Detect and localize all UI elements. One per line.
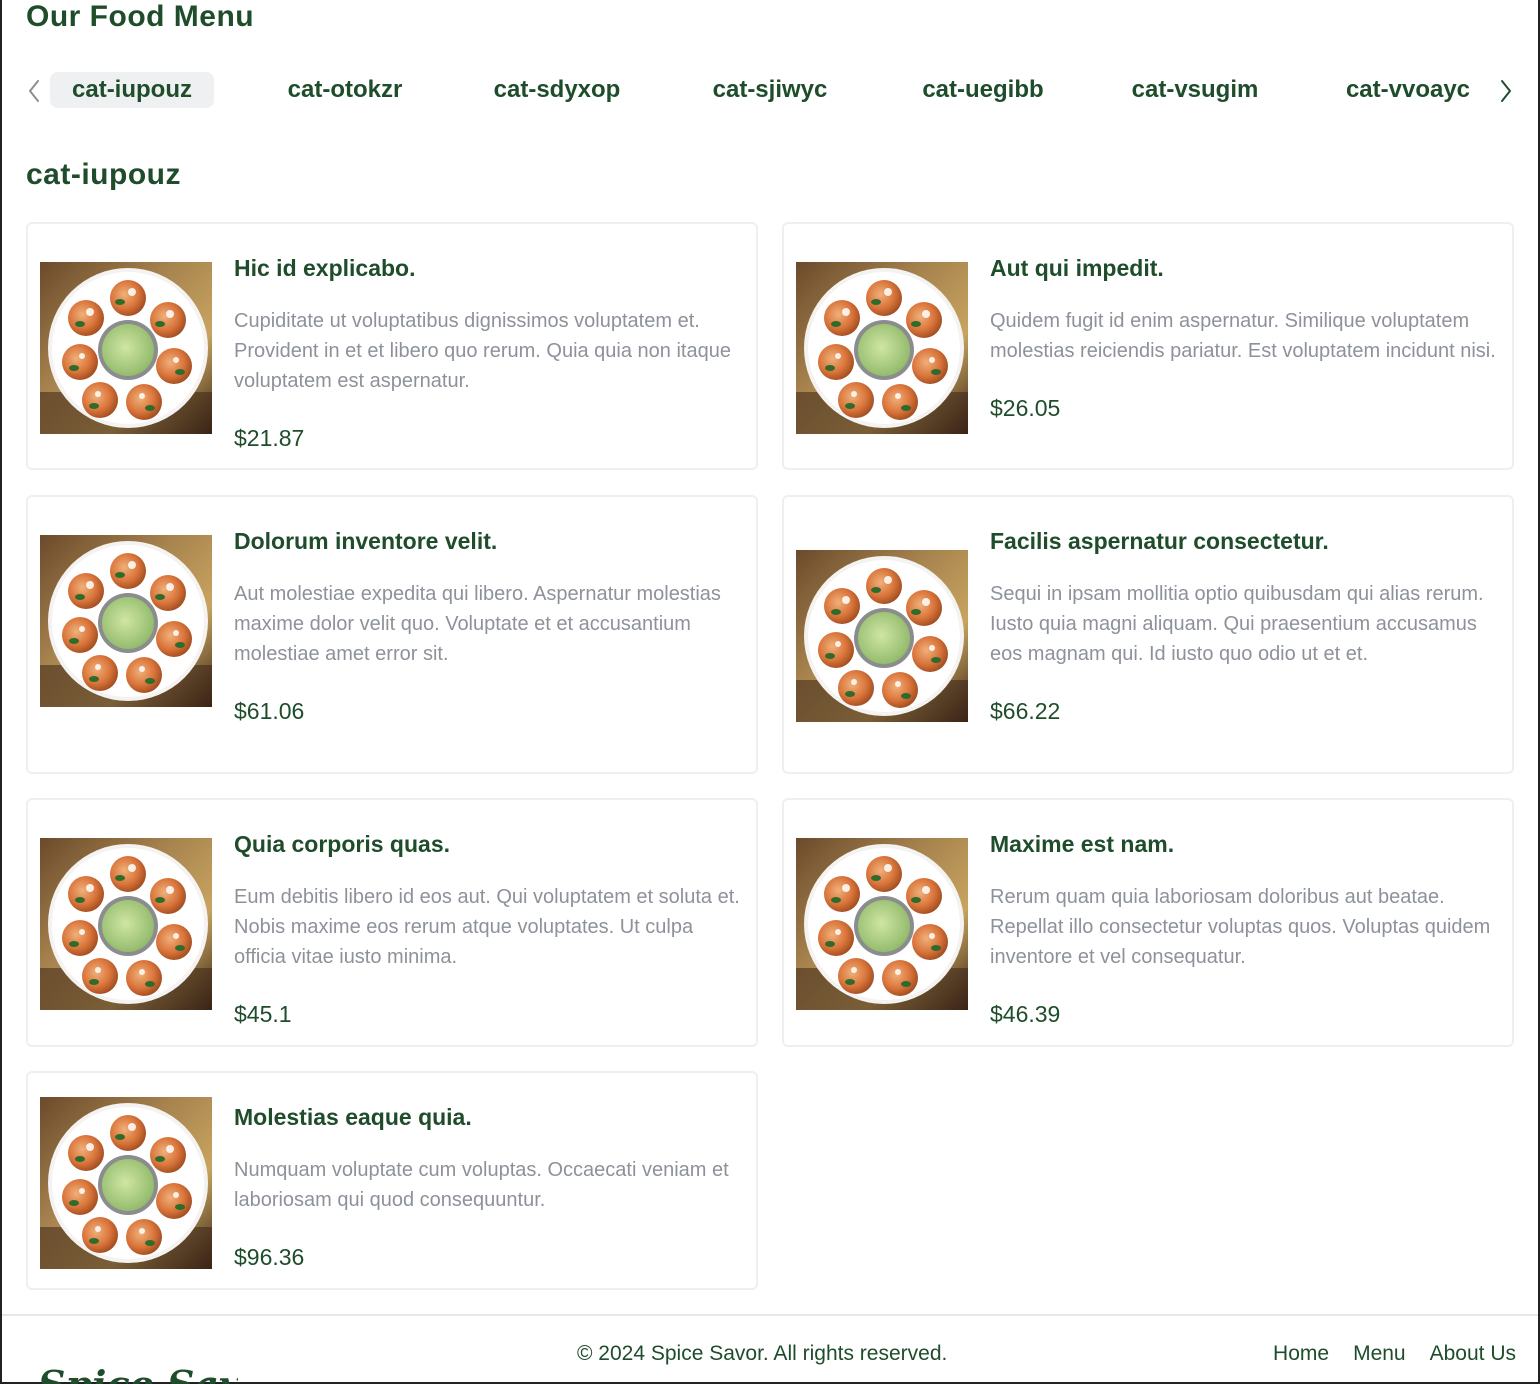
menu-item-price: $26.05 — [990, 395, 1061, 421]
menu-item-price: $66.22 — [990, 698, 1061, 724]
menu-item-price: $46.39 — [990, 1001, 1061, 1027]
menu-item-card[interactable]: Dolorum inventore velit. Aut molestiae e… — [26, 495, 758, 774]
menu-item-name: Facilis aspernatur consectetur. — [990, 528, 1329, 554]
footer-link-home[interactable]: Home — [1273, 1342, 1329, 1366]
menu-item-card[interactable]: Maxime est nam. Rerum quam quia laborios… — [782, 798, 1514, 1047]
tab-cat-iupouz[interactable]: cat-iupouz — [50, 72, 214, 108]
menu-item-card[interactable]: Aut qui impedit. Quidem fugit id enim as… — [782, 222, 1514, 470]
footer-link-about-us[interactable]: About Us — [1430, 1342, 1516, 1366]
tab-cat-sjiwyc[interactable]: cat-sjiwyc — [690, 72, 850, 108]
menu-item-info: Hic id explicabo. Cupiditate ut voluptat… — [234, 252, 749, 454]
food-image — [40, 838, 212, 1010]
food-image — [796, 262, 968, 434]
menu-item-description: Sequi in ipsam mollitia optio quibusdam … — [990, 583, 1484, 665]
menu-item-card[interactable]: Facilis aspernatur consectetur. Sequi in… — [782, 495, 1514, 774]
menu-item-description: Rerum quam quia laboriosam doloribus aut… — [990, 886, 1491, 968]
food-image — [40, 262, 212, 434]
menu-item-info: Facilis aspernatur consectetur. Sequi in… — [990, 525, 1505, 727]
menu-item-description: Quidem fugit id enim aspernatur. Similiq… — [990, 310, 1496, 362]
food-image — [796, 838, 968, 1010]
tab-cat-vsugim[interactable]: cat-vsugim — [1110, 72, 1280, 108]
menu-item-info: Quia corporis quas. Eum debitis libero i… — [234, 828, 749, 1030]
food-image — [40, 1097, 212, 1269]
tab-cat-sdyxop[interactable]: cat-sdyxop — [472, 72, 642, 108]
chevron-right-icon[interactable] — [1494, 76, 1518, 106]
menu-item-name: Dolorum inventore velit. — [234, 528, 498, 554]
menu-item-price: $21.87 — [234, 425, 305, 451]
menu-item-price: $45.1 — [234, 1001, 292, 1027]
menu-item-info: Dolorum inventore velit. Aut molestiae e… — [234, 525, 749, 727]
page-title: Our Food Menu — [26, 0, 255, 33]
menu-item-description: Eum debitis libero id eos aut. Qui volup… — [234, 886, 740, 968]
food-image — [796, 550, 968, 722]
copyright-text: © 2024 Spice Savor. All rights reserved. — [577, 1342, 948, 1365]
menu-item-name: Molestias eaque quia. — [234, 1104, 472, 1130]
footer: Spice Savor © 2024 Spice Savor. All righ… — [2, 1314, 1538, 1384]
tab-cat-otokzr[interactable]: cat-otokzr — [264, 72, 426, 108]
menu-item-name: Aut qui impedit. — [990, 255, 1164, 281]
footer-nav: Home Menu About Us — [1273, 1342, 1516, 1366]
menu-item-card[interactable]: Molestias eaque quia. Numquam voluptate … — [26, 1071, 758, 1290]
menu-item-price: $96.36 — [234, 1244, 305, 1270]
footer-link-menu[interactable]: Menu — [1353, 1342, 1406, 1366]
menu-item-description: Aut molestiae expedita qui libero. Asper… — [234, 583, 721, 665]
menu-item-price: $61.06 — [234, 698, 305, 724]
menu-item-card[interactable]: Quia corporis quas. Eum debitis libero i… — [26, 798, 758, 1047]
food-image — [40, 535, 212, 707]
chevron-left-icon[interactable] — [22, 76, 46, 106]
tab-cat-uegibb[interactable]: cat-uegibb — [900, 72, 1066, 108]
category-tabs: cat-iupouz cat-otokzr cat-sdyxop cat-sji… — [20, 66, 1520, 116]
menu-item-description: Cupiditate ut voluptatibus dignissimos v… — [234, 310, 731, 392]
brand-logo-text: Spice Savor — [38, 1362, 238, 1384]
menu-item-info: Aut qui impedit. Quidem fugit id enim as… — [990, 252, 1505, 424]
section-title: cat-iupouz — [26, 158, 181, 191]
menu-item-description: Numquam voluptate cum voluptas. Occaecat… — [234, 1159, 729, 1211]
tab-cat-vvoayc[interactable]: cat-vvoayc — [1324, 72, 1492, 108]
menu-item-card[interactable]: Hic id explicabo. Cupiditate ut voluptat… — [26, 222, 758, 470]
menu-item-name: Hic id explicabo. — [234, 255, 416, 281]
menu-item-info: Molestias eaque quia. Numquam voluptate … — [234, 1101, 749, 1273]
menu-item-info: Maxime est nam. Rerum quam quia laborios… — [990, 828, 1505, 1030]
menu-item-name: Maxime est nam. — [990, 831, 1175, 857]
brand-logo[interactable]: Spice Savor — [38, 1346, 238, 1384]
menu-item-name: Quia corporis quas. — [234, 831, 450, 857]
